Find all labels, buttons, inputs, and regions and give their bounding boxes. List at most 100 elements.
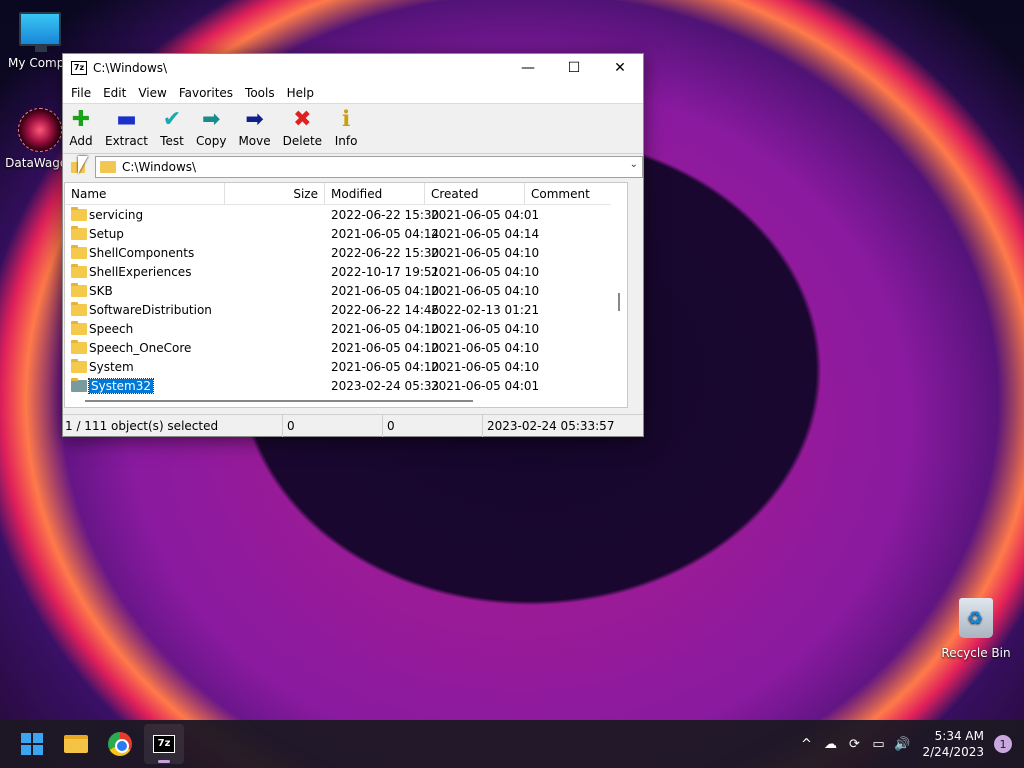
table-row[interactable]: Speech 2021-06-05 04:10 2021-06-05 04:10 xyxy=(65,319,627,338)
status-modified: 2023-02-24 05:33:57 xyxy=(487,418,615,433)
cell-name: SKB xyxy=(65,282,225,298)
desktop-icon-label: Recycle Bin xyxy=(941,646,1011,660)
7zip-icon: 7z xyxy=(153,735,175,753)
minimize-button[interactable]: — xyxy=(505,54,551,82)
menu-view[interactable]: View xyxy=(132,86,172,100)
file-name: servicing xyxy=(89,207,144,222)
table-row[interactable]: ShellComponents 2022-06-22 15:30 2021-06-0… xyxy=(65,243,627,262)
column-size[interactable]: Size xyxy=(225,183,325,205)
minus-icon: ▬ xyxy=(116,107,137,132)
mouse-cursor-icon xyxy=(78,156,88,174)
cell-name: ShellComponents xyxy=(65,244,225,260)
toolbar-copy-button[interactable]: ➡ Copy xyxy=(196,107,226,149)
cell-name: System xyxy=(65,358,225,374)
menu-bar: File Edit View Favorites Tools Help xyxy=(63,82,643,104)
cell-modified: 2022-10-17 19:51 xyxy=(331,264,440,279)
address-bar: C:\Windows\ ⌄ xyxy=(63,154,643,180)
folder-icon xyxy=(71,320,87,335)
title-bar[interactable]: 7z C:\Windows\ — ☐ ✕ xyxy=(63,54,643,82)
toolbar: ✚ Add ▬ Extract ✔ Test ➡ Copy ➡ Move ✖ Delete ℹ Info xyxy=(63,104,643,154)
toolbar-test-button[interactable]: ✔ Test xyxy=(160,108,184,149)
taskbar: 7z ^ ☁ ⟳ ▭ 🔊 5:34 AM 2/24/2023 1 xyxy=(0,720,1024,768)
column-comment[interactable]: Comment xyxy=(525,183,625,205)
desktop-icon-recycle-bin[interactable]: ♻ Recycle Bin xyxy=(936,598,1016,660)
copy-arrow-icon: ➡ xyxy=(201,107,221,132)
scrollbar-thumb[interactable] xyxy=(85,400,473,402)
info-icon: ℹ xyxy=(341,107,351,132)
table-row[interactable]: System32 2023-02-24 05:33 2021-06-05 04:01 xyxy=(65,376,627,395)
close-button[interactable]: ✕ xyxy=(597,54,643,82)
cell-modified: 2023-02-24 05:33 xyxy=(331,378,440,393)
cell-name: ShellExperiences xyxy=(65,263,225,279)
toolbar-label: Delete xyxy=(282,134,323,148)
status-bar: 1 / 111 object(s) selected 0 0 2023-02-2… xyxy=(63,414,643,437)
folder-icon xyxy=(71,244,87,259)
file-name: System xyxy=(89,359,134,374)
cell-modified: 2021-06-05 04:10 xyxy=(331,340,440,355)
menu-help[interactable]: Help xyxy=(281,86,320,100)
clock[interactable]: 5:34 AM 2/24/2023 xyxy=(922,728,984,760)
taskbar-7zip[interactable]: 7z xyxy=(144,724,184,764)
folder-icon xyxy=(71,282,87,297)
chevron-down-icon[interactable]: ⌄ xyxy=(630,159,638,170)
scrollbar-thumb[interactable] xyxy=(618,293,620,311)
toolbar-extract-button[interactable]: ▬ Extract xyxy=(105,107,148,149)
status-selection: 1 / 111 object(s) selected xyxy=(63,414,283,437)
sync-error-icon[interactable]: ⟳ xyxy=(842,732,866,756)
file-list[interactable]: Name Size Modified Created Comment servi… xyxy=(64,182,628,408)
cell-modified: 2022-06-22 15:30 xyxy=(331,207,440,222)
toolbar-delete-button[interactable]: ✖ Delete xyxy=(282,108,323,149)
table-row[interactable]: SKB 2021-06-05 04:10 2021-06-05 04:10 xyxy=(65,281,627,300)
file-name: Speech_OneCore xyxy=(89,340,192,355)
table-row[interactable]: servicing 2022-06-22 15:30 2021-06-05 04:0… xyxy=(65,205,627,224)
taskbar-file-explorer[interactable] xyxy=(56,724,96,764)
toolbar-move-button[interactable]: ➡ Move xyxy=(238,108,271,149)
column-name[interactable]: Name xyxy=(65,183,225,205)
maximize-button[interactable]: ☐ xyxy=(551,54,597,82)
network-icon[interactable]: ▭ xyxy=(866,732,890,756)
address-input[interactable]: C:\Windows\ ⌄ xyxy=(95,156,643,178)
table-row[interactable]: Speech_OneCore 2021-06-05 04:10 2021-06-05… xyxy=(65,338,627,357)
cell-created: 2021-06-05 04:10 xyxy=(431,283,540,298)
table-row[interactable]: ShellExperiences 2022-10-17 19:51 2021-06-… xyxy=(65,262,627,281)
system-tray: ^ ☁ ⟳ ▭ 🔊 5:34 AM 2/24/2023 1 xyxy=(794,720,1024,768)
chevron-up-icon[interactable]: ^ xyxy=(794,732,818,756)
cell-modified: 2021-06-05 04:10 xyxy=(331,283,440,298)
folder-icon xyxy=(71,339,87,354)
start-button[interactable] xyxy=(12,724,52,764)
notification-badge[interactable]: 1 xyxy=(994,735,1012,753)
clock-time: 5:34 AM xyxy=(934,729,984,743)
column-modified[interactable]: Modified xyxy=(325,183,425,205)
file-name: SKB xyxy=(89,283,113,298)
table-row[interactable]: System 2021-06-05 04:10 2021-06-05 04:10 xyxy=(65,357,627,376)
toolbar-label: Move xyxy=(238,134,271,148)
menu-favorites[interactable]: Favorites xyxy=(173,86,239,100)
folder-icon xyxy=(71,377,87,392)
folder-icon xyxy=(71,225,87,240)
vertical-scrollbar[interactable] xyxy=(611,183,627,407)
cell-name: Setup xyxy=(65,225,225,241)
file-name: System32 xyxy=(87,377,155,394)
taskbar-chrome[interactable] xyxy=(100,724,140,764)
horizontal-scrollbar[interactable] xyxy=(65,397,627,407)
toolbar-info-button[interactable]: ℹ Info xyxy=(334,107,358,149)
cell-created: 2021-06-05 04:01 xyxy=(431,207,540,222)
table-row[interactable]: SoftwareDistribution 2022-06-22 14:46 2022… xyxy=(65,300,627,319)
onedrive-offline-icon[interactable]: ☁ xyxy=(818,732,842,756)
folder-icon xyxy=(71,206,87,221)
cell-created: 2021-06-05 04:01 xyxy=(431,378,540,393)
toolbar-add-button[interactable]: ✚ Add xyxy=(69,108,93,149)
cell-created: 2022-02-13 01:21 xyxy=(431,302,540,317)
cell-created: 2021-06-05 04:10 xyxy=(431,264,540,279)
chrome-icon xyxy=(108,732,132,756)
cell-name: servicing xyxy=(65,206,225,222)
column-created[interactable]: Created xyxy=(425,183,525,205)
toolbar-label: Extract xyxy=(105,134,148,148)
file-name: Setup xyxy=(89,226,124,241)
menu-file[interactable]: File xyxy=(65,86,97,100)
menu-tools[interactable]: Tools xyxy=(239,86,281,100)
menu-edit[interactable]: Edit xyxy=(97,86,132,100)
folder-icon xyxy=(71,263,87,278)
table-row[interactable]: Setup 2021-06-05 04:14 2021-06-05 04:14 xyxy=(65,224,627,243)
volume-icon[interactable]: 🔊 xyxy=(890,732,914,756)
